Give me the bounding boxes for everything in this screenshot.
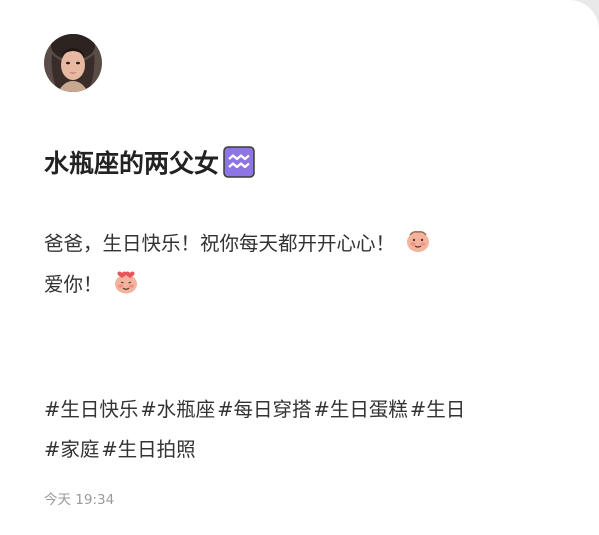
hashtag-link[interactable]: #生日快乐 — [44, 398, 138, 421]
author-avatar[interactable] — [44, 34, 102, 92]
post-timestamp: 今天 19:34 — [44, 492, 115, 508]
post-body-line-2: 爱你！ — [44, 265, 139, 299]
hashtag-link[interactable]: #生日拍照 — [101, 438, 195, 461]
hashtag-link[interactable]: #生日 — [410, 398, 465, 421]
hashtag-link[interactable]: #家庭 — [44, 438, 99, 461]
hashtag-link[interactable]: #水瓶座 — [140, 398, 215, 421]
post-body-text-2: 爱你！ — [44, 272, 103, 296]
love-face-icon — [113, 269, 139, 295]
aquarius-icon — [223, 146, 255, 178]
post-body-text-1: 爸爸，生日快乐！祝你每天都开开心心！ — [44, 231, 396, 255]
blushing-face-icon — [405, 228, 431, 254]
post-body-line-1: 爸爸，生日快乐！祝你每天都开开心心！ — [44, 224, 431, 258]
hashtag-link[interactable]: #每日穿搭 — [217, 398, 311, 421]
note-card: 水瓶座的两父女 爸爸，生日快乐！祝你每天都开开心心！ 爱你！ #生日快乐 #水瓶… — [0, 0, 599, 535]
hashtag-link[interactable]: #生日蛋糕 — [314, 398, 408, 421]
post-title: 水瓶座的两父女 — [44, 142, 255, 182]
avatar-image — [44, 34, 102, 92]
post-title-text: 水瓶座的两父女 — [44, 149, 220, 178]
hashtag-list: #生日快乐 #水瓶座 #每日穿搭 #生日蛋糕 #生日 #家庭 #生日拍照 — [44, 390, 564, 470]
